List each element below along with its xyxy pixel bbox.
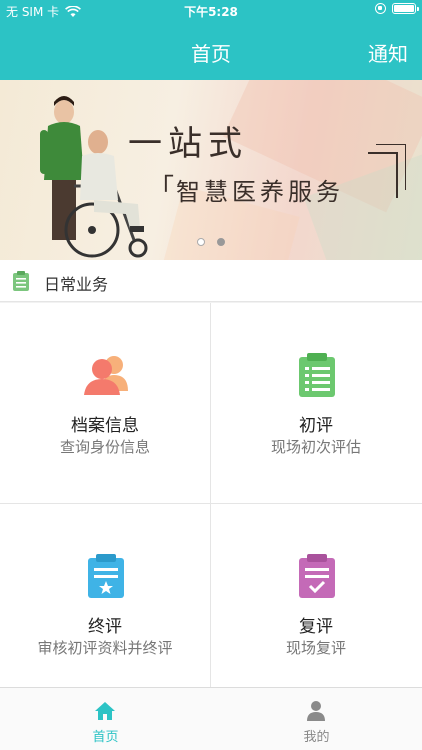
records-info-tile[interactable]: 档案信息 查询身份信息 bbox=[0, 303, 210, 503]
reassessment-tile[interactable]: 复评 现场复评 bbox=[211, 504, 421, 687]
page-title: 首页 bbox=[191, 42, 231, 66]
tab-home[interactable]: 首页 bbox=[0, 688, 211, 750]
clipboard-check-icon bbox=[299, 554, 335, 598]
user-icon bbox=[307, 701, 325, 721]
status-bar: 无 SIM 卡 下午5:28 bbox=[0, 0, 422, 22]
section-header: 日常业务 bbox=[0, 260, 422, 302]
banner-carousel[interactable]: 一站式 「 智慧医养服务 bbox=[0, 80, 422, 260]
initial-assessment-tile[interactable]: 初评 现场初次评估 bbox=[211, 303, 421, 503]
banner-headline: 一站式 bbox=[128, 124, 248, 164]
home-icon bbox=[95, 702, 115, 720]
tile-subtitle: 查询身份信息 bbox=[59, 438, 150, 456]
page-dot-active[interactable] bbox=[197, 238, 205, 246]
carousel-page-indicator[interactable] bbox=[0, 238, 422, 246]
status-time: 下午5:28 bbox=[184, 5, 238, 19]
tile-subtitle: 现场复评 bbox=[285, 639, 346, 657]
tab-bar: 首页 我的 bbox=[0, 687, 422, 750]
final-assessment-tile[interactable]: 终评 审核初评资料并终评 bbox=[0, 504, 210, 687]
clipboard-star-icon bbox=[88, 554, 124, 598]
banner-frame-decoration bbox=[376, 144, 406, 190]
clipboard-icon bbox=[13, 271, 29, 291]
orientation-lock-icon bbox=[375, 3, 386, 14]
navigation-header: 无 SIM 卡 下午5:28 首页 通知 bbox=[0, 0, 422, 80]
people-icon bbox=[84, 356, 128, 395]
banner-subtitle: 智慧医养服务 bbox=[176, 178, 344, 206]
tile-title: 初评 bbox=[299, 416, 333, 436]
tile-title: 档案信息 bbox=[71, 416, 139, 436]
business-grid: 档案信息 查询身份信息 初评 现场初次评估 终评 审核初评资料并终评 复评 现场… bbox=[0, 303, 422, 687]
tab-mine[interactable]: 我的 bbox=[211, 688, 422, 750]
battery-icon bbox=[392, 3, 419, 14]
page-dot[interactable] bbox=[217, 238, 225, 246]
tab-label: 我的 bbox=[303, 730, 330, 745]
notification-button[interactable]: 通知 bbox=[368, 38, 408, 67]
clipboard-list-icon bbox=[299, 353, 335, 397]
tile-title: 终评 bbox=[88, 617, 122, 637]
tile-subtitle: 审核初评资料并终评 bbox=[37, 639, 173, 657]
tile-title: 复评 bbox=[299, 617, 333, 637]
section-title: 日常业务 bbox=[44, 275, 109, 294]
banner-bracket: 「 bbox=[148, 174, 175, 204]
status-right bbox=[375, 3, 419, 14]
tab-label: 首页 bbox=[92, 730, 119, 745]
tile-subtitle: 现场初次评估 bbox=[270, 438, 361, 456]
